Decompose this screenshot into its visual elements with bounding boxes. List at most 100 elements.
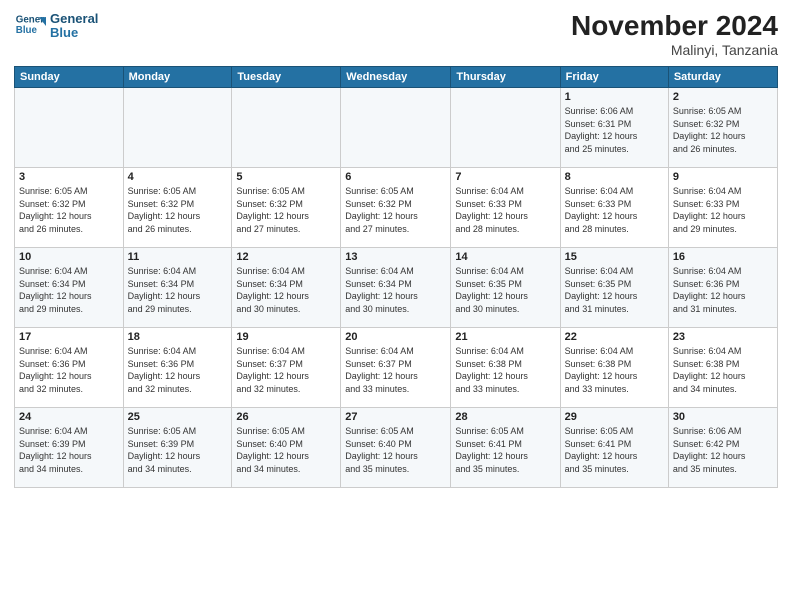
table-row: 23 Sunrise: 6:04 AM Sunset: 6:38 PM Dayli… [668,328,777,408]
table-row: 2Sunrise: 6:05 AM Sunset: 6:32 PM Daylig… [668,88,777,168]
table-row [123,88,232,168]
day-info: Sunrise: 6:04 AM Sunset: 6:34 PM Dayligh… [236,265,336,315]
table-row: 10 Sunrise: 6:04 AM Sunset: 6:34 PM Dayli… [15,248,124,328]
day-number: 28 [455,411,555,423]
col-saturday: Saturday [668,67,777,88]
calendar-week-row: 3 Sunrise: 6:05 AM Sunset: 6:32 PM Daylig… [15,168,778,248]
day-info: Sunrise: 6:05 AM Sunset: 6:41 PM Dayligh… [565,425,664,475]
day-info: Sunrise: 6:04 AM Sunset: 6:34 PM Dayligh… [19,265,119,315]
day-number: 5 [236,171,336,183]
day-number: 25 [128,411,228,423]
table-row [341,88,451,168]
table-row: 20Sunrise: 6:04 AM Sunset: 6:37 PM Dayli… [341,328,451,408]
day-info: Sunrise: 6:04 AM Sunset: 6:33 PM Dayligh… [455,185,555,235]
day-number: 17 [19,331,119,343]
table-row: 1Sunrise: 6:06 AM Sunset: 6:31 PM Daylig… [560,88,668,168]
calendar-week-row: 17 Sunrise: 6:04 AM Sunset: 6:36 PM Dayli… [15,328,778,408]
calendar-week-row: 1Sunrise: 6:06 AM Sunset: 6:31 PM Daylig… [15,88,778,168]
day-number: 10 [19,251,119,263]
day-number: 30 [673,411,773,423]
day-info: Sunrise: 6:04 AM Sunset: 6:33 PM Dayligh… [565,185,664,235]
page: General Blue General Blue November 2024 … [0,0,792,612]
table-row [451,88,560,168]
table-row: 26 Sunrise: 6:05 AM Sunset: 6:40 PM Dayli… [232,408,341,488]
day-number: 11 [128,251,228,263]
logo-text-general: General [50,12,98,26]
col-friday: Friday [560,67,668,88]
header: General Blue General Blue November 2024 … [14,10,778,58]
day-info: Sunrise: 6:04 AM Sunset: 6:39 PM Dayligh… [19,425,119,475]
table-row: 8Sunrise: 6:04 AM Sunset: 6:33 PM Daylig… [560,168,668,248]
day-number: 23 [673,331,773,343]
table-row: 13Sunrise: 6:04 AM Sunset: 6:34 PM Dayli… [341,248,451,328]
day-number: 15 [565,251,664,263]
day-info: Sunrise: 6:05 AM Sunset: 6:40 PM Dayligh… [345,425,446,475]
table-row: 11Sunrise: 6:04 AM Sunset: 6:34 PM Dayli… [123,248,232,328]
day-number: 1 [565,91,664,103]
table-row: 22 Sunrise: 6:04 AM Sunset: 6:38 PM Dayli… [560,328,668,408]
table-row: 24 Sunrise: 6:04 AM Sunset: 6:39 PM Dayli… [15,408,124,488]
table-row: 14Sunrise: 6:04 AM Sunset: 6:35 PM Dayli… [451,248,560,328]
table-row: 17 Sunrise: 6:04 AM Sunset: 6:36 PM Dayli… [15,328,124,408]
day-info: Sunrise: 6:05 AM Sunset: 6:32 PM Dayligh… [128,185,228,235]
table-row: 25 Sunrise: 6:05 AM Sunset: 6:39 PM Dayli… [123,408,232,488]
day-number: 24 [19,411,119,423]
day-info: Sunrise: 6:04 AM Sunset: 6:36 PM Dayligh… [19,345,119,395]
day-info: Sunrise: 6:04 AM Sunset: 6:38 PM Dayligh… [673,345,773,395]
col-sunday: Sunday [15,67,124,88]
day-info: Sunrise: 6:04 AM Sunset: 6:38 PM Dayligh… [455,345,555,395]
day-number: 9 [673,171,773,183]
table-row: 5 Sunrise: 6:05 AM Sunset: 6:32 PM Daylig… [232,168,341,248]
calendar: Sunday Monday Tuesday Wednesday Thursday… [14,66,778,488]
day-info: Sunrise: 6:04 AM Sunset: 6:36 PM Dayligh… [673,265,773,315]
day-info: Sunrise: 6:04 AM Sunset: 6:36 PM Dayligh… [128,345,228,395]
day-info: Sunrise: 6:05 AM Sunset: 6:32 PM Dayligh… [345,185,446,235]
day-info: Sunrise: 6:05 AM Sunset: 6:32 PM Dayligh… [236,185,336,235]
table-row [232,88,341,168]
day-info: Sunrise: 6:06 AM Sunset: 6:42 PM Dayligh… [673,425,773,475]
day-info: Sunrise: 6:04 AM Sunset: 6:35 PM Dayligh… [565,265,664,315]
day-number: 26 [236,411,336,423]
calendar-header-row: Sunday Monday Tuesday Wednesday Thursday… [15,67,778,88]
day-number: 12 [236,251,336,263]
day-info: Sunrise: 6:05 AM Sunset: 6:39 PM Dayligh… [128,425,228,475]
table-row: 29 Sunrise: 6:05 AM Sunset: 6:41 PM Dayli… [560,408,668,488]
table-row: 15 Sunrise: 6:04 AM Sunset: 6:35 PM Dayli… [560,248,668,328]
location: Malinyi, Tanzania [571,42,778,58]
table-row: 18 Sunrise: 6:04 AM Sunset: 6:36 PM Dayli… [123,328,232,408]
table-row: 27Sunrise: 6:05 AM Sunset: 6:40 PM Dayli… [341,408,451,488]
day-number: 18 [128,331,228,343]
svg-text:Blue: Blue [16,25,38,36]
day-number: 4 [128,171,228,183]
table-row: 16Sunrise: 6:04 AM Sunset: 6:36 PM Dayli… [668,248,777,328]
table-row: 9Sunrise: 6:04 AM Sunset: 6:33 PM Daylig… [668,168,777,248]
day-info: Sunrise: 6:05 AM Sunset: 6:40 PM Dayligh… [236,425,336,475]
logo-icon: General Blue [14,10,46,42]
day-info: Sunrise: 6:04 AM Sunset: 6:37 PM Dayligh… [236,345,336,395]
day-number: 6 [345,171,446,183]
day-info: Sunrise: 6:04 AM Sunset: 6:38 PM Dayligh… [565,345,664,395]
table-row: 12 Sunrise: 6:04 AM Sunset: 6:34 PM Dayli… [232,248,341,328]
table-row: 30 Sunrise: 6:06 AM Sunset: 6:42 PM Dayli… [668,408,777,488]
day-info: Sunrise: 6:05 AM Sunset: 6:32 PM Dayligh… [19,185,119,235]
table-row: 4 Sunrise: 6:05 AM Sunset: 6:32 PM Daylig… [123,168,232,248]
day-number: 20 [345,331,446,343]
table-row: 19Sunrise: 6:04 AM Sunset: 6:37 PM Dayli… [232,328,341,408]
day-number: 14 [455,251,555,263]
table-row: 3 Sunrise: 6:05 AM Sunset: 6:32 PM Daylig… [15,168,124,248]
col-tuesday: Tuesday [232,67,341,88]
logo-text-blue: Blue [50,26,98,40]
table-row: 7Sunrise: 6:04 AM Sunset: 6:33 PM Daylig… [451,168,560,248]
col-thursday: Thursday [451,67,560,88]
col-wednesday: Wednesday [341,67,451,88]
day-info: Sunrise: 6:05 AM Sunset: 6:41 PM Dayligh… [455,425,555,475]
calendar-week-row: 24 Sunrise: 6:04 AM Sunset: 6:39 PM Dayli… [15,408,778,488]
calendar-week-row: 10 Sunrise: 6:04 AM Sunset: 6:34 PM Dayli… [15,248,778,328]
table-row [15,88,124,168]
day-number: 22 [565,331,664,343]
day-number: 3 [19,171,119,183]
table-row: 21Sunrise: 6:04 AM Sunset: 6:38 PM Dayli… [451,328,560,408]
logo: General Blue General Blue [14,10,98,42]
title-block: November 2024 Malinyi, Tanzania [571,10,778,58]
day-number: 29 [565,411,664,423]
